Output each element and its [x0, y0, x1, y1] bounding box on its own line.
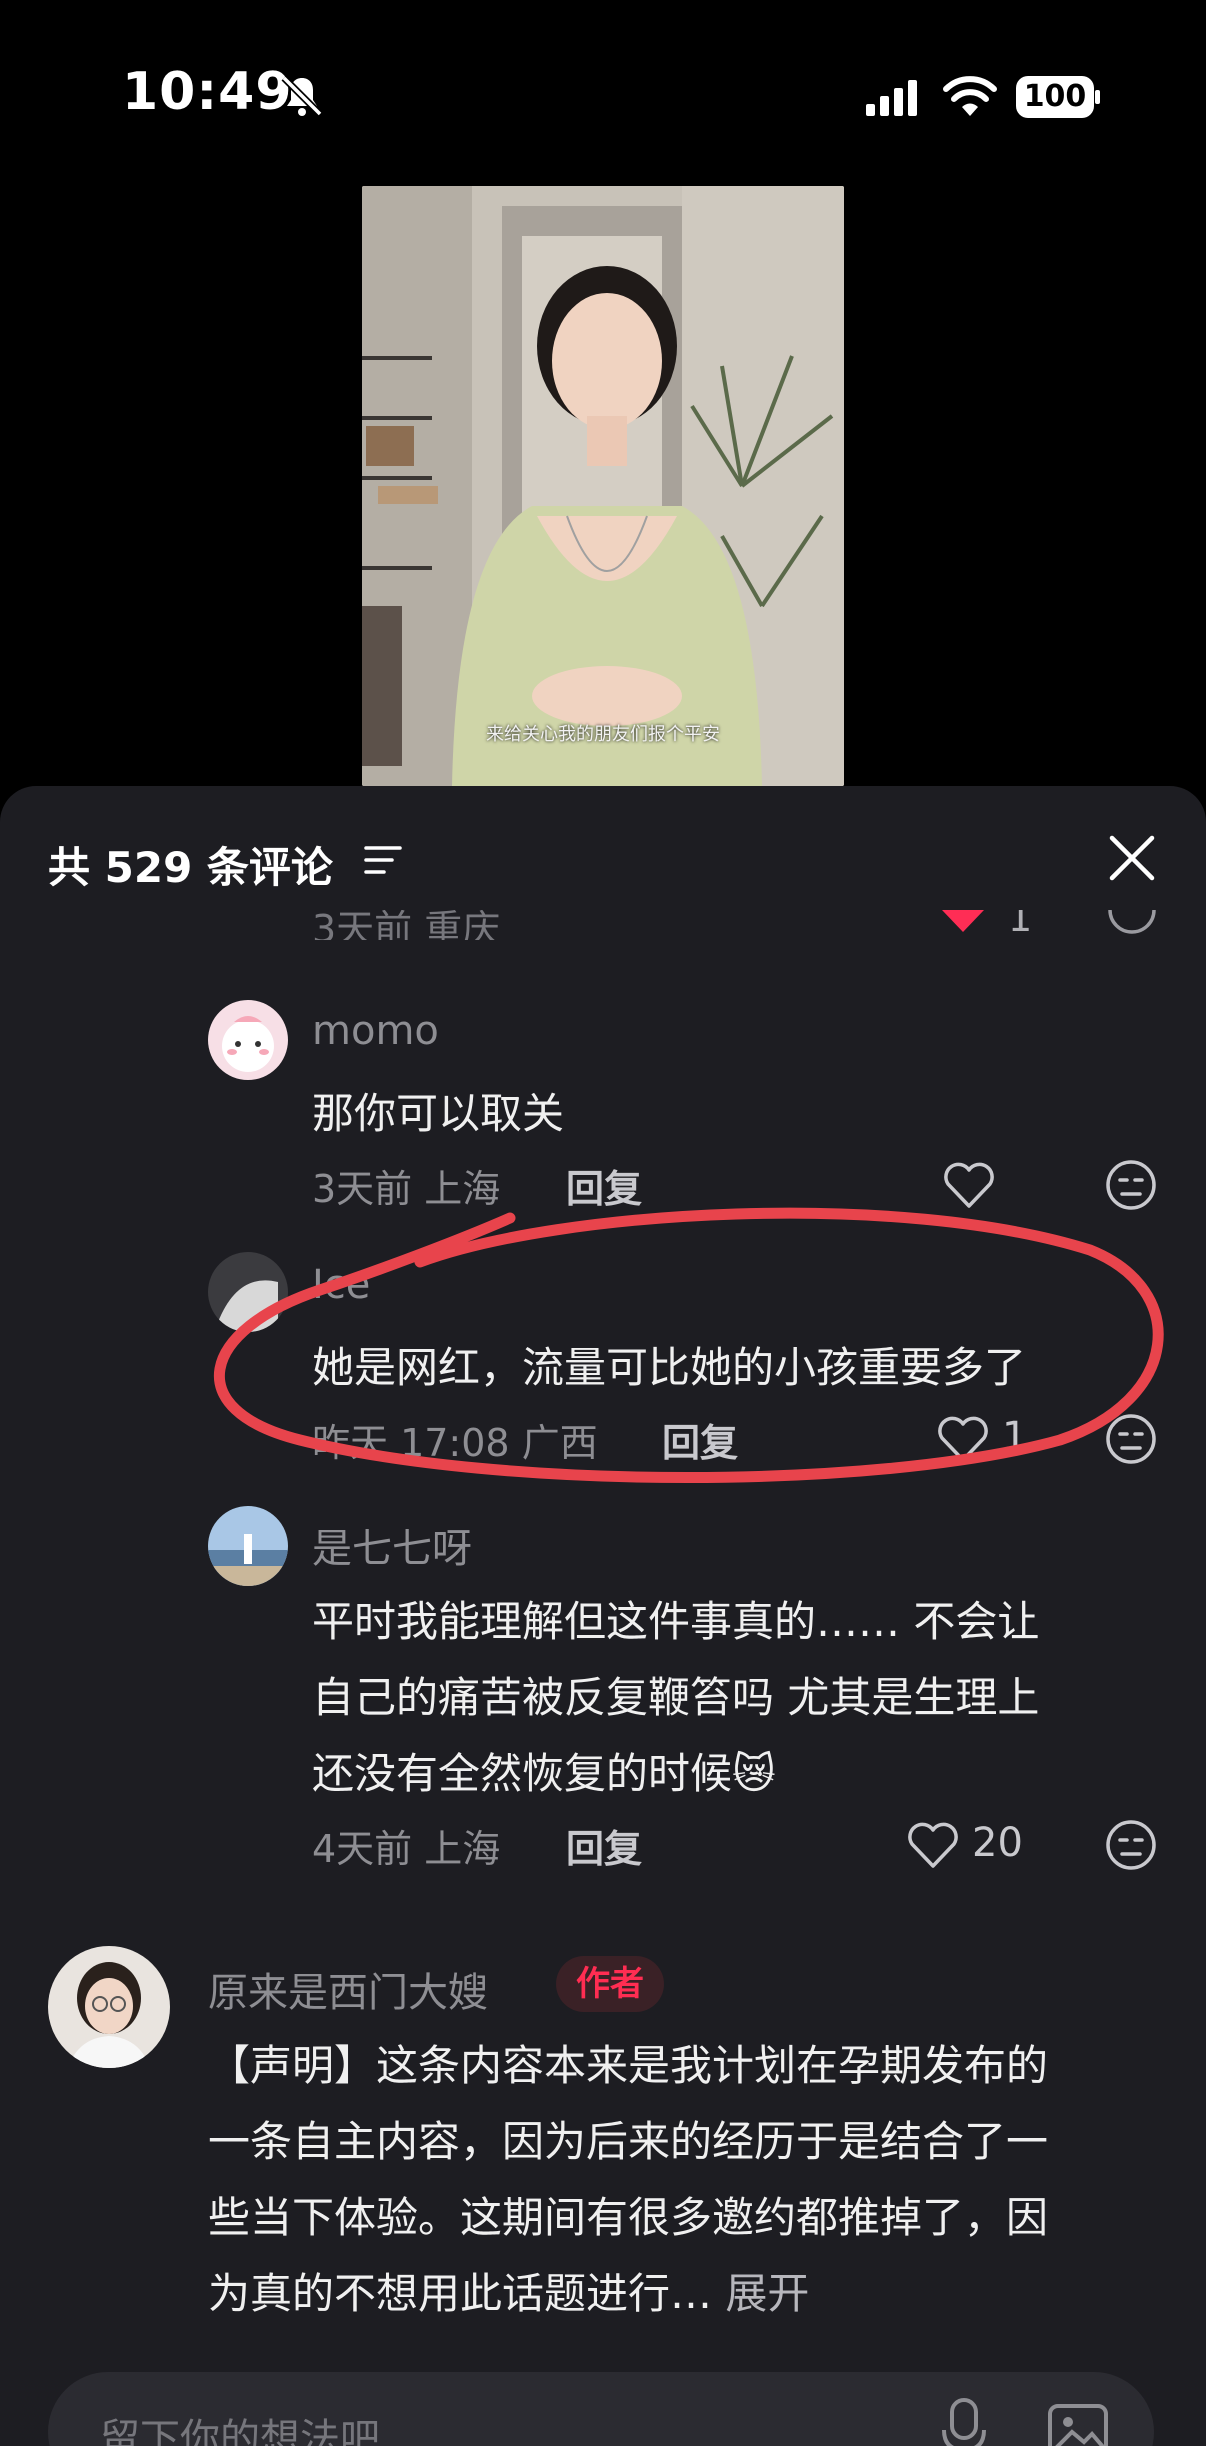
video-subtitle: 来给关心我的朋友们报个平安 [486, 724, 720, 745]
filter-icon[interactable] [362, 840, 404, 880]
comment-time: 昨天 17:08 [312, 1421, 510, 1465]
comment-location: 上海 [424, 1827, 501, 1871]
battery-icon: 100 [1016, 76, 1100, 118]
like-count: 20 [972, 1820, 1023, 1866]
reply-button[interactable]: 回复 [566, 1818, 642, 1873]
comment-input-bar[interactable]: 留下你的想法吧 [48, 2372, 1154, 2446]
dislike-face-icon[interactable] [1104, 1412, 1158, 1466]
author-badge: 作者 [556, 1956, 664, 2012]
heart-icon[interactable] [906, 1820, 960, 1870]
comment-line: 还没有全然恢复的时候😿 [312, 1736, 1039, 1812]
heart-icon[interactable] [936, 1414, 990, 1464]
author-username[interactable]: 原来是西门大嫂 [208, 1960, 488, 2018]
previous-like-count: 1 [1008, 910, 1033, 940]
ellipsis: … [670, 2269, 713, 2318]
video-player[interactable]: 来给关心我的朋友们报个平安 [362, 186, 844, 786]
comment-line-text: 还没有全然恢复的时候 [312, 1749, 733, 1798]
comment-line: 为真的不想用此话题进行… 展开 [208, 2256, 1048, 2332]
battery-level: 100 [1023, 79, 1087, 114]
previous-comment-meta: 3天前 重庆 1 [0, 910, 1206, 940]
comment-line: 自己的痛苦被反复鞭笞吗 尤其是生理上 [312, 1673, 1040, 1722]
status-time: 10:49 [122, 62, 293, 122]
signal-icon [866, 80, 917, 116]
previous-comment-time: 3天前 重庆 [312, 910, 501, 940]
reply-button[interactable]: 回复 [566, 1158, 642, 1213]
comment-count: 共 529 条评论 [48, 843, 333, 892]
comment-time-location: 4天前 上海 [312, 1818, 500, 1873]
username[interactable]: 是七七呀 [312, 1516, 472, 1574]
mic-icon[interactable] [936, 2396, 992, 2446]
bell-slash-icon [281, 75, 323, 117]
image-icon[interactable] [1046, 2398, 1110, 2446]
avatar[interactable] [208, 1000, 288, 1080]
comment-text: 她是网红，流量可比她的小孩重要多了 [312, 1343, 1027, 1392]
comment-line: 一条自主内容，因为后来的经历于是结合了一 [208, 2117, 1049, 2166]
dislike-face-icon[interactable] [1106, 910, 1158, 936]
expand-link[interactable]: 展开 [725, 2269, 809, 2318]
comment-input-placeholder[interactable]: 留下你的想法吧 [100, 2406, 380, 2446]
comment-time-location: 3天前 上海 [312, 1158, 500, 1213]
username[interactable]: Ice [312, 1262, 370, 1308]
crying-cat-emoji: 😿 [732, 1749, 776, 1798]
comment-time-location: 昨天 17:08 广西 [312, 1412, 598, 1467]
comment-text: 那你可以取关 [312, 1089, 565, 1138]
author-avatar[interactable] [48, 1946, 170, 2068]
like-count: 1 [1002, 1414, 1028, 1460]
heart-icon[interactable] [938, 910, 988, 934]
author-comment-text: 【声明】这条内容本来是我计划在孕期发布的 一条自主内容，因为后来的经历于是结合了… [208, 2028, 1048, 2332]
dislike-face-icon[interactable] [1104, 1158, 1158, 1212]
reply-button[interactable]: 回复 [662, 1412, 738, 1467]
comment-time: 3天前 [312, 1167, 413, 1211]
comment-location: 上海 [424, 1167, 501, 1211]
comment-time: 4天前 [312, 1827, 413, 1871]
comments-panel: 共 529 条评论 3天前 重庆 1 momo 那你可以取关 3天前 上海 回复… [0, 786, 1206, 2446]
avatar[interactable] [208, 1252, 288, 1332]
heart-icon[interactable] [942, 1160, 996, 1210]
dislike-face-icon[interactable] [1104, 1818, 1158, 1872]
comment-text: 平时我能理解但这件事真的…… 不会让 自己的痛苦被反复鞭笞吗 尤其是生理上 还没… [312, 1584, 1039, 1812]
username[interactable]: momo [312, 1008, 439, 1054]
comment-line: 平时我能理解但这件事真的…… 不会让 [312, 1597, 1040, 1646]
comment-location: 广西 [521, 1421, 598, 1465]
comment-line: 些当下体验。这期间有很多邀约都推掉了，因 [208, 2193, 1049, 2242]
avatar[interactable] [208, 1506, 288, 1586]
close-icon[interactable] [1104, 830, 1160, 886]
wifi-icon [943, 76, 997, 116]
comment-line-text: 为真的不想用此话题进行 [208, 2269, 671, 2318]
comment-line: 【声明】这条内容本来是我计划在孕期发布的 [208, 2041, 1049, 2090]
